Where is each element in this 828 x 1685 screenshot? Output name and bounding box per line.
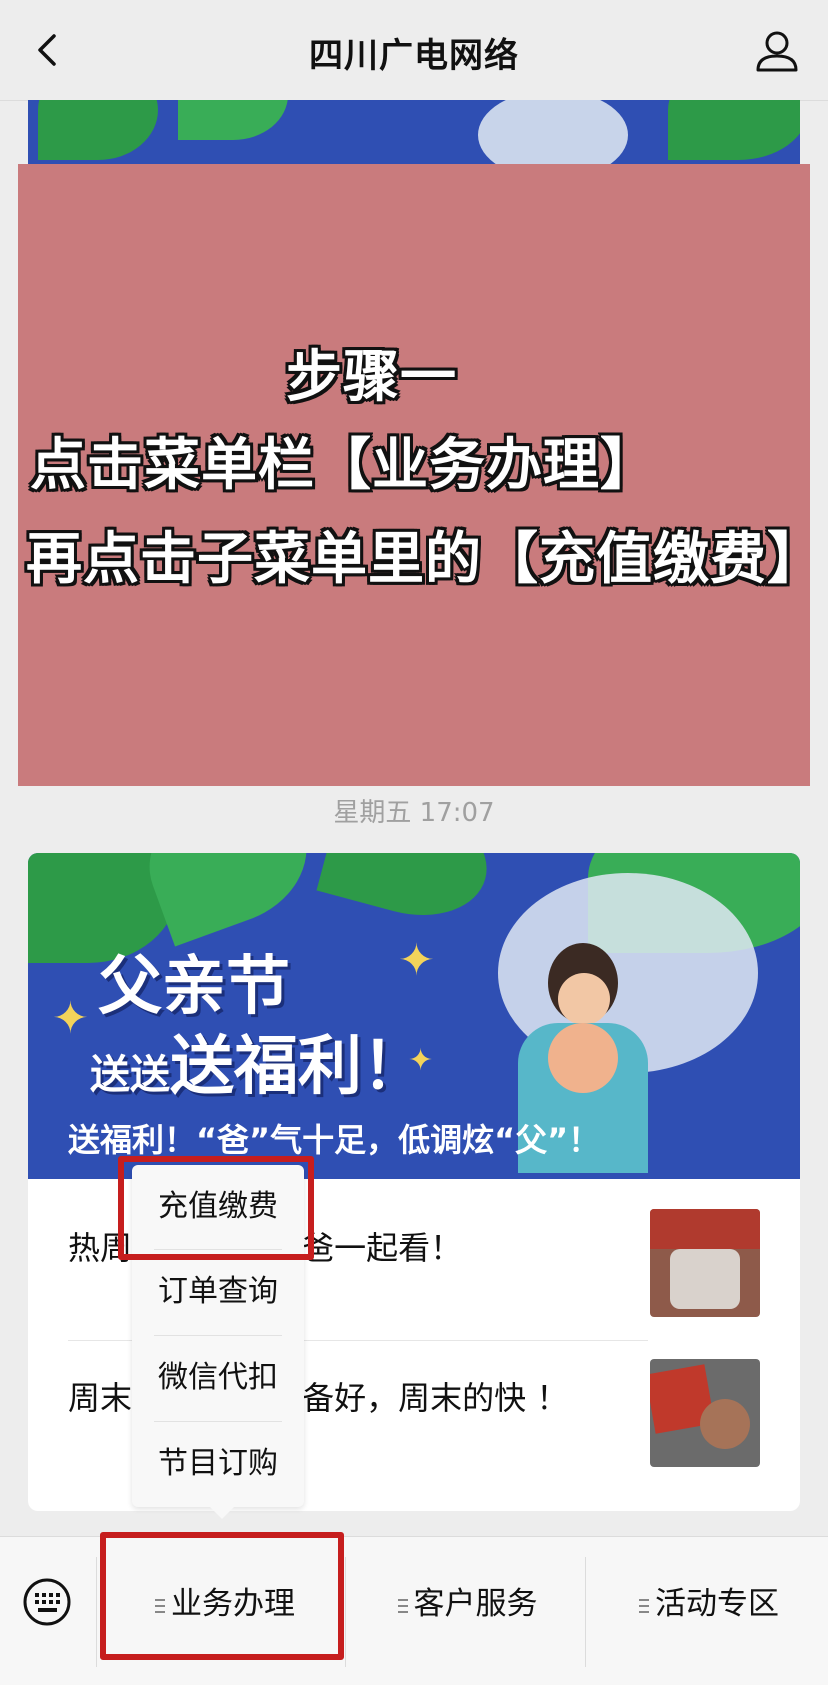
highlight-recharge: [118, 1156, 314, 1260]
menu-lines-icon: [639, 1598, 649, 1613]
page-title: 四川广电网络: [309, 36, 519, 76]
menu-lines-icon: [397, 1598, 408, 1613]
menu-activities[interactable]: 活动专区: [590, 1571, 828, 1637]
submenu-item-order-query[interactable]: 订单查询: [132, 1250, 304, 1334]
sparkle-icon: ✦: [52, 993, 89, 1044]
step-instruction-1: 点击菜单栏【业务办理】: [30, 433, 657, 498]
keyboard-icon[interactable]: [22, 1577, 72, 1627]
hero-caption: 送福利！“爸”气十足，低调炫“父”！: [68, 1121, 601, 1159]
menu-customer-service[interactable]: 客户服务: [350, 1571, 585, 1637]
hero-subtitle: 送送送福利！: [90, 1030, 426, 1104]
message-timestamp: 星期五 17:07: [333, 798, 495, 828]
hero-title: 父亲节: [98, 950, 290, 1024]
submenu-item-wechat-debit[interactable]: 微信代扣: [132, 1336, 304, 1420]
instruction-overlay: 步骤一 点击菜单栏【业务办理】 再点击子菜单里的【充值缴费】: [18, 164, 823, 786]
sparkle-icon: ✦: [398, 935, 435, 986]
profile-icon[interactable]: [754, 28, 800, 74]
article-thumbnail-2[interactable]: [650, 1359, 760, 1467]
submenu-item-program-order[interactable]: 节目订购: [132, 1422, 304, 1506]
article-thumbnail-1[interactable]: [650, 1209, 760, 1317]
navigation-bar: 四川广电网络: [0, 0, 828, 101]
hero-banner[interactable]: ✦ ✦ ✦ 父亲节 送送送福利！ 送福利！“爸”气十足，低调炫“父”！: [28, 853, 800, 1179]
highlight-business: [100, 1532, 344, 1660]
previous-article-banner[interactable]: [28, 100, 800, 170]
step-instruction-2: 再点击子菜单里的【充值缴费】: [26, 527, 824, 592]
step-heading: 步骤一: [286, 345, 457, 410]
